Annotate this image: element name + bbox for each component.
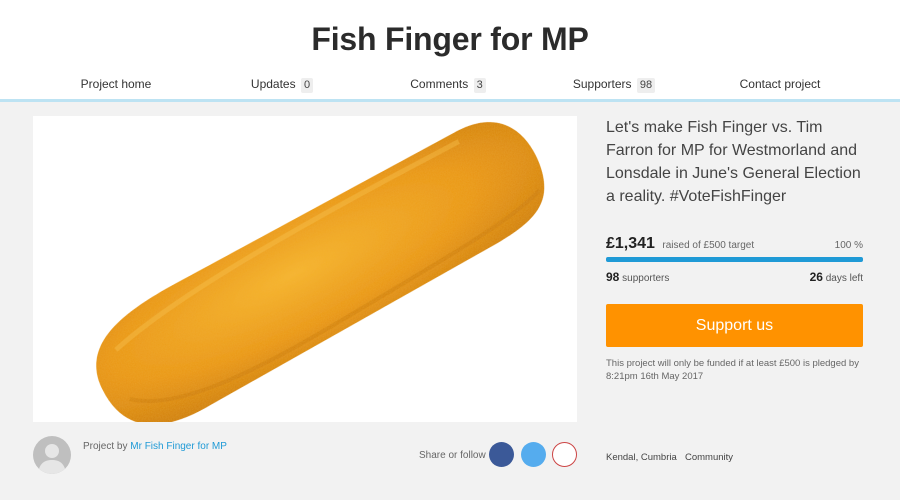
project-image [33,116,577,422]
email-icon[interactable] [552,442,577,467]
user-silhouette-icon [38,444,66,474]
tab-updates[interactable]: Updates 0 [199,68,365,101]
funding-percent: 100 % [834,240,863,251]
main-content: Let's make Fish Finger vs. Tim Farron fo… [0,102,900,500]
tab-bar: Project home Updates 0 Comments 3 Suppor… [0,68,900,103]
funding-amount-group: £1,341 raised of £500 target [606,235,754,253]
funding-progress-fill [606,257,863,262]
funding-progress-bar [606,257,863,262]
support-us-button[interactable]: Support us [606,304,863,347]
tab-comments[interactable]: Comments 3 [365,68,531,101]
project-summary: Let's make Fish Finger vs. Tim Farron fo… [606,116,863,383]
tab-count-badge: 98 [636,78,656,93]
funding-note: This project will only be funded if at l… [606,358,859,382]
twitter-icon[interactable] [521,442,546,467]
share-label: Share or follow [419,450,486,461]
funding-row: £1,341 raised of £500 target 100 % [606,235,863,253]
owner-prefix: Project by [83,441,128,452]
tab-count-badge: 0 [300,78,314,93]
tab-contact-project[interactable]: Contact project [697,68,863,101]
project-owner: Project by Mr Fish Finger for MP [83,441,227,452]
raised-target-text: raised of £500 target [662,240,755,251]
days-label: days left [825,273,863,284]
tab-label: Contact project [739,77,821,91]
tab-label: Supporters [572,77,632,91]
supporters-label: supporters [622,273,670,284]
facebook-icon[interactable] [489,442,514,467]
supporters-count: 98 [606,270,620,284]
tab-label: Updates [250,77,296,91]
tab-project-home[interactable]: Project home [33,68,199,103]
owner-link[interactable]: Mr Fish Finger for MP [130,441,227,452]
tab-label: Comments [410,77,469,91]
project-page: Fish Finger for MP Project home Updates … [0,0,900,500]
fish-finger-image [96,122,545,422]
supporters-stat: 98 supporters [606,270,669,284]
days-count: 26 [809,270,823,284]
category-link[interactable]: Community [685,452,733,463]
amount-raised: £1,341 [606,235,655,252]
days-left-stat: 26 days left [810,270,863,284]
stats-row: 98 supporters 26 days left [606,270,863,284]
tab-label: Project home [80,77,152,91]
avatar[interactable] [33,436,71,474]
location-link[interactable]: Kendal, Cumbria [606,452,677,463]
project-footer: Project by Mr Fish Finger for MP Share o… [0,422,900,500]
tab-supporters[interactable]: Supporters 98 [531,68,697,101]
project-pitch: Let's make Fish Finger vs. Tim Farron fo… [606,119,861,205]
page-title: Fish Finger for MP [311,21,589,57]
tab-count-badge: 3 [473,78,486,93]
header: Fish Finger for MP [0,0,900,68]
